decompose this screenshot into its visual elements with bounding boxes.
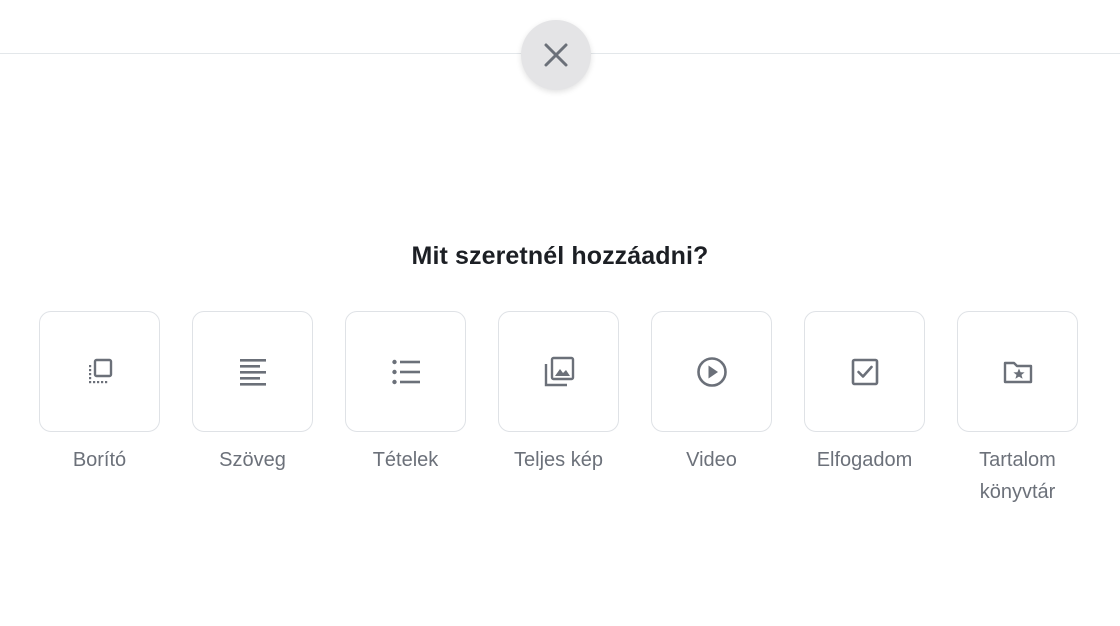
option-tile[interactable]	[345, 311, 466, 432]
dialog-title: Mit szeretnél hozzáadni?	[411, 242, 709, 270]
add-content-dialog: Mit szeretnél hozzáadni? Borító Szöveg T…	[0, 0, 1120, 626]
option-label: Szöveg	[219, 449, 286, 471]
option-tile[interactable]	[192, 311, 313, 432]
option-accept[interactable]: Elfogadom	[804, 311, 925, 508]
play-circle-icon	[696, 356, 728, 388]
option-tile[interactable]	[804, 311, 925, 432]
option-label: Borító	[72, 449, 127, 471]
option-tile[interactable]	[39, 311, 160, 432]
option-label: Elfogadom	[816, 449, 913, 471]
image-gallery-icon	[543, 356, 575, 388]
option-text[interactable]: Szöveg	[192, 311, 313, 508]
option-label: Tartalom könyvtár	[979, 449, 1056, 503]
option-tile[interactable]	[498, 311, 619, 432]
option-content-library[interactable]: Tartalom könyvtár	[957, 311, 1078, 508]
option-tile[interactable]	[651, 311, 772, 432]
close-button[interactable]	[521, 20, 591, 90]
checkbox-icon	[850, 357, 880, 387]
content-type-options: Borító Szöveg Tételek Teljes kép Video E…	[39, 311, 1078, 508]
option-full-image[interactable]: Teljes kép	[498, 311, 619, 508]
option-label: Video	[686, 449, 737, 471]
option-label: Teljes kép	[514, 449, 603, 471]
folder-star-icon	[1002, 356, 1034, 388]
option-label: Tételek	[372, 449, 439, 471]
text-align-left-icon	[238, 357, 268, 387]
option-items[interactable]: Tételek	[345, 311, 466, 508]
list-icon	[391, 357, 421, 387]
option-video[interactable]: Video	[651, 311, 772, 508]
cover-icon	[85, 357, 115, 387]
option-tile[interactable]	[957, 311, 1078, 432]
close-icon	[543, 42, 569, 68]
option-cover[interactable]: Borító	[39, 311, 160, 508]
